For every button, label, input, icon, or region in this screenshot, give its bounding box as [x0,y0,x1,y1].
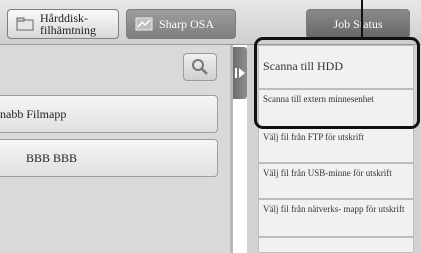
osa-app-icon [135,17,153,31]
select-file-network-label: Välj fil från nätverks- mapp för utskrif… [263,204,405,214]
list-item-label: BBB BBB [26,150,78,165]
job-status-label: Job Status [333,17,383,31]
job-status-button[interactable]: Job Status [306,9,410,39]
magnifier-icon [192,59,208,75]
select-file-usb-label: Välj fil från USB-minne för utskrift [263,168,392,178]
callout-line [361,0,363,40]
tab-sharp-osa-label: Sharp OSA [159,17,215,31]
select-file-ftp-button[interactable]: Välj fil från FTP för utskrift [258,127,414,163]
select-file-usb-button[interactable]: Välj fil från USB-minne för utskrift [258,163,414,199]
select-file-ftp-label: Välj fil från FTP för utskrift [263,132,364,142]
tab-hdd-file-retrieval-label: Hårddisk- filhämtning [40,11,96,37]
callout-highlight-box [254,37,420,129]
list-item-partial[interactable] [258,237,414,253]
expand-panel-button[interactable] [233,47,247,99]
play-arrow-icon [235,68,245,78]
list-item-label: nabb Filmapp [0,106,67,121]
list-item[interactable]: nabb Filmapp [0,95,218,133]
select-file-network-button[interactable]: Välj fil från nätverks- mapp för utskrif… [258,199,414,237]
tab-hdd-file-retrieval[interactable]: Hårddisk- filhämtning [7,9,119,39]
list-item[interactable]: BBB BBB [0,139,218,177]
hdd-folder-icon [16,17,34,31]
tab-sharp-osa[interactable]: Sharp OSA [126,9,236,39]
search-button[interactable] [183,53,217,81]
